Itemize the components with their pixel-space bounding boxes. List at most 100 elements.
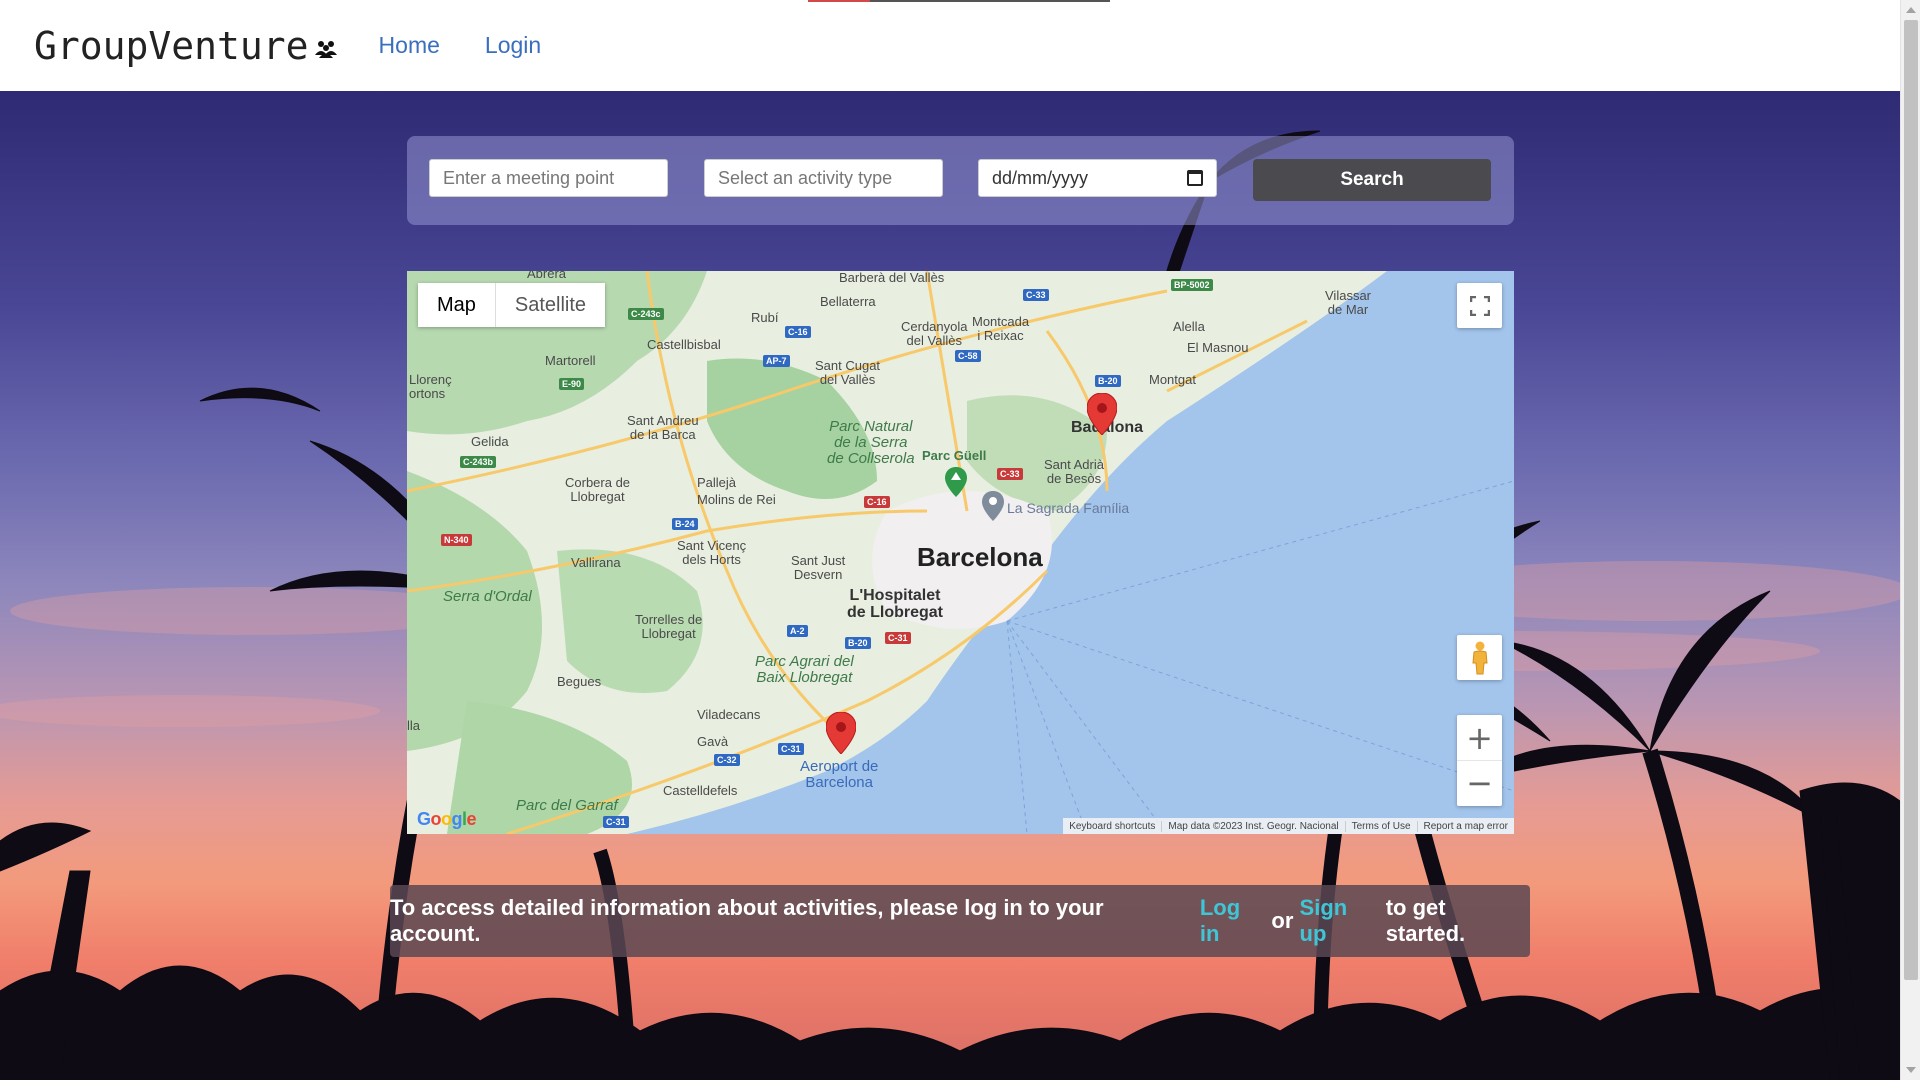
satellite-view-button[interactable]: Satellite (496, 283, 605, 327)
road-shield: C-33 (1023, 289, 1049, 301)
map-type-control: Map Satellite (418, 283, 606, 327)
map-label-lla: lla (407, 718, 421, 733)
site-logo[interactable]: GroupVenture (34, 24, 339, 68)
map-label-sagrada: La Sagrada Família (1007, 500, 1130, 516)
map-label-montcada: Montcada i Reixac (972, 314, 1030, 343)
map-label-hospitalet: L'Hospitalet de Llobregat (847, 587, 944, 621)
date-input[interactable]: dd/mm/yyyy (978, 159, 1217, 197)
scroll-down-arrow[interactable] (1906, 1067, 1916, 1073)
map-label-santcugat: Sant Cugat del Vallès (815, 358, 881, 387)
logo-text: GroupVenture (34, 23, 309, 68)
map-label-viladecans: Viladecans (697, 707, 761, 722)
keyboard-shortcuts-link[interactable]: Keyboard shortcuts (1063, 821, 1161, 832)
map-label-abrera: Abrera (527, 271, 567, 281)
map-label-barbera: Barberà del Vallès (839, 271, 945, 285)
map-label-santjust: Sant Just Desvern (791, 553, 846, 582)
date-placeholder: dd/mm/yyyy (992, 167, 1089, 188)
road-shield: E-90 (559, 378, 585, 390)
map-view-button[interactable]: Map (418, 283, 496, 327)
loading-progress-line (808, 0, 1110, 2)
zoom-in-button[interactable]: + (1457, 716, 1502, 761)
page-scrollbar[interactable] (1900, 0, 1920, 1080)
road-shield: C-31 (885, 632, 911, 644)
map-label-santadria: Sant Adrià de Besòs (1044, 457, 1104, 486)
road-shield: C-33 (997, 468, 1023, 480)
map-label-corbera: Corbera de Llobregat (565, 475, 631, 504)
google-logo: Google (417, 809, 477, 829)
search-panel: Enter a meeting point Select an activity… (407, 136, 1514, 225)
top-navbar: GroupVenture Home Login (0, 0, 1900, 91)
landmark-poi-icon[interactable] (982, 491, 1004, 521)
nav-login-link[interactable]: Login (485, 32, 541, 59)
map-label-castellbisbal: Castellbisbal (647, 337, 721, 352)
map-label-castelldefels: Castelldefels (663, 783, 738, 798)
scroll-up-arrow[interactable] (1906, 7, 1916, 13)
nav-home-link[interactable]: Home (379, 32, 440, 59)
map-label-torrelles: Torrelles de Llobregat (635, 612, 703, 641)
map-label-vallirana: Vallirana (571, 555, 621, 570)
fullscreen-button[interactable] (1457, 283, 1502, 328)
map-label-molins: Molins de Rei (697, 492, 776, 507)
map-label-bellaterra: Bellaterra (820, 294, 876, 309)
map-label-vilassar: Vilassar de Mar (1325, 288, 1372, 317)
road-shield: C-31 (603, 816, 629, 828)
fullscreen-icon (1469, 295, 1490, 316)
map-label-elmasnou: El Masnou (1187, 340, 1249, 355)
info-text-before: To access detailed information about act… (390, 895, 1104, 946)
road-shield: C-31 (778, 743, 804, 755)
search-button[interactable]: Search (1253, 159, 1491, 201)
map-label-llorenc: Llorenç ortons (409, 372, 452, 401)
street-view-pegman[interactable] (1457, 635, 1502, 680)
info-text-after: to get started. (1385, 895, 1466, 946)
map-label-santvicenc: Sant Vicenç dels Horts (677, 538, 747, 567)
activity-type-select[interactable]: Select an activity type (704, 159, 943, 197)
road-shield: B-24 (672, 518, 698, 530)
report-map-error-link[interactable]: Report a map error (1416, 820, 1514, 832)
map-label-cerdanyola: Cerdanyola del Vallès (901, 319, 968, 348)
map-label-parcagrari: Parc Agrari del Baix Llobregat (755, 653, 854, 686)
map-label-alella: Alella (1173, 319, 1205, 334)
map-label-aeroport: Aeroport de Barcelona (800, 758, 879, 791)
map-label-montgat: Montgat (1149, 372, 1196, 387)
map-label-palleja: Pallejà (697, 475, 737, 490)
map-label-martorell: Martorell (545, 353, 596, 368)
terms-of-use-link[interactable]: Terms of Use (1344, 820, 1417, 832)
road-shield: C-243b (460, 456, 497, 468)
road-shield: C-16 (864, 496, 890, 508)
park-poi-icon[interactable] (945, 467, 967, 497)
map-label-gava: Gavà (697, 734, 729, 749)
map-label-garraf: Parc del Garraf (516, 797, 618, 814)
pegman-icon (1471, 641, 1488, 674)
zoom-control: + − (1457, 715, 1502, 806)
map-label-barcelona: Barcelona (917, 542, 1043, 572)
map-data-attribution: Map data ©2023 Inst. Geogr. Nacional (1161, 820, 1344, 832)
info-or: or (1271, 908, 1294, 933)
group-icon (313, 24, 339, 68)
map-label-parcguell: Parc Güell (922, 448, 987, 463)
meeting-point-input[interactable]: Enter a meeting point (429, 159, 668, 197)
login-link[interactable]: Log in (1200, 895, 1265, 947)
map-label-rubi: Rubí (751, 310, 779, 325)
map-label-collserola: Parc Natural de la Serra de Collserola (827, 418, 915, 467)
signup-link[interactable]: Sign up (1300, 895, 1380, 947)
road-shield: B-20 (1095, 375, 1121, 387)
main-nav: Home Login (379, 32, 587, 59)
activity-map[interactable]: Abrera Barberà del Vallès Rubí Bellaterr… (407, 271, 1514, 834)
road-shield: A-2 (787, 625, 808, 637)
activity-pin-badalona[interactable] (1087, 393, 1117, 435)
road-shield: N-340 (441, 534, 472, 546)
road-shield: BP-5002 (1171, 279, 1213, 291)
calendar-icon[interactable] (1187, 170, 1203, 186)
road-shield: C-16 (785, 326, 811, 338)
login-prompt-bar: To access detailed information about act… (390, 885, 1530, 957)
zoom-out-button[interactable]: − (1457, 761, 1502, 806)
road-shield: B-20 (845, 637, 871, 649)
road-shield: C-58 (955, 350, 981, 362)
scroll-thumb[interactable] (1904, 20, 1918, 980)
map-label-gelida: Gelida (471, 434, 509, 449)
road-shield: C-32 (714, 754, 740, 766)
activity-pin-airport[interactable] (826, 712, 856, 754)
map-attribution-bar: Keyboard shortcuts Map data ©2023 Inst. … (1063, 818, 1514, 834)
road-shield: C-243c (628, 308, 664, 320)
map-label-begues: Begues (557, 674, 602, 689)
